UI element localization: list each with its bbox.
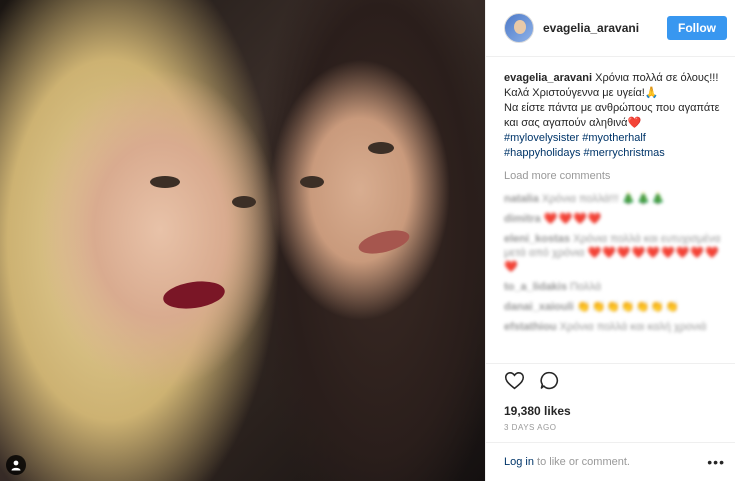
more-options-icon[interactable]: ••• [707,454,725,470]
photo-detail [300,176,324,188]
comment-item: to_a_lidakis Πολλά [504,280,725,294]
comment-item: eleni_kostas Χρόνια πολλά και ευτυχισμέν… [504,232,725,274]
avatar[interactable] [504,13,534,43]
load-more-comments-link[interactable]: Load more comments [504,169,725,184]
post-actions [486,363,735,402]
post-timestamp[interactable]: 3 DAYS AGO [486,423,735,432]
hashtag-link[interactable]: #happyholidays [504,147,580,159]
comment-username[interactable]: danai_xaiouli [504,301,574,313]
comment-text: Χρόνια πολλά και καλή χρονιά [559,321,707,333]
caption-username[interactable]: evagelia_aravani [504,72,592,84]
hashtag-link[interactable]: #merrychristmas [584,147,665,159]
likes-count[interactable]: 19,380 likes [486,404,735,418]
caption-line-3: Να είστε πάντα με ανθρώπους που αγαπάτε … [504,102,720,129]
post-side-panel: evagelia_aravani Follow evagelia_aravani… [485,0,735,481]
photo-detail [356,226,412,258]
comments-section: evagelia_aravani Χρόνια πολλά σε όλους!!… [486,57,735,363]
follow-button[interactable]: Follow [667,16,727,40]
photo-detail [161,277,227,313]
comment-emoji: 🎄🎄🎄 [621,193,666,205]
comment-username[interactable]: dimitra [504,213,541,225]
comment-emoji: 👏👏👏👏👏👏👏 [576,301,680,313]
caption: evagelia_aravani Χρόνια πολλά σε όλους!!… [504,71,725,161]
instagram-post: evagelia_aravani Follow evagelia_aravani… [0,0,735,481]
photo-detail [368,142,394,154]
comment-emoji: ❤️❤️❤️❤️ [543,213,603,225]
user-tag-icon[interactable] [6,455,26,475]
hashtag-link[interactable]: #myotherhalf [582,132,646,144]
photo-detail [232,196,256,208]
comment-item: dimitra ❤️❤️❤️❤️ [504,212,725,226]
comment-username[interactable]: efstathiou [504,321,557,333]
header-username[interactable]: evagelia_aravani [543,21,667,35]
post-photo[interactable] [0,0,485,481]
comment-item: danai_xaiouli 👏👏👏👏👏👏👏 [504,300,725,314]
comment-username[interactable]: to_a_lidakis [504,281,567,293]
caption-line-2: Καλά Χριστούγεννα με υγεία!🙏 [504,87,659,99]
comment-item: natalia Χρόνια πολλά!!! 🎄🎄🎄 [504,192,725,206]
comment-text: Χρόνια πολλά!!! [541,193,619,205]
comment-icon[interactable] [539,370,560,396]
caption-line-1: Χρόνια πολλά σε όλους!!! [595,72,719,84]
comment-text: Πολλά [570,281,602,293]
hashtag-link[interactable]: #mylovelysister [504,132,579,144]
login-link[interactable]: Log in [504,456,534,468]
photo-detail [150,176,180,188]
comment-username[interactable]: eleni_kostas [504,233,570,245]
post-header: evagelia_aravani Follow [486,0,735,57]
heart-icon[interactable] [504,370,525,396]
comment-item: efstathiou Χρόνια πολλά και καλή χρονιά [504,320,725,334]
login-prompt: Log in to like or comment. ••• [486,442,735,481]
login-prompt-text: to like or comment. [533,456,630,468]
comment-username[interactable]: natalia [504,193,539,205]
